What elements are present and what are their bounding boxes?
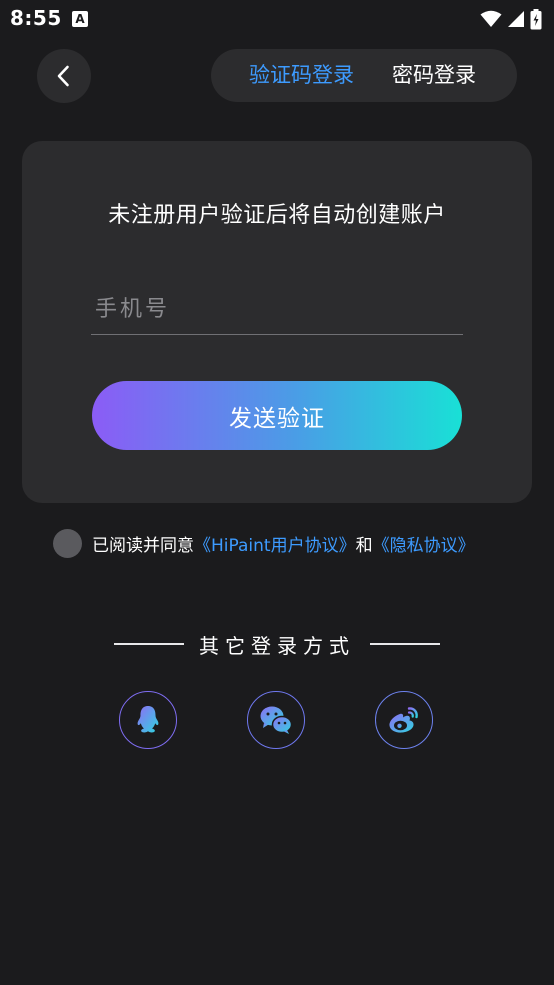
agreement-row: 已阅读并同意 《HiPaint用户协议》 和 《隐私协议》 [53,528,475,558]
agreement-checkbox[interactable] [53,528,82,558]
phone-number-input[interactable] [91,285,463,335]
send-verification-button[interactable]: 发送验证 [92,381,462,450]
wifi-icon [480,10,502,27]
tab-password-login[interactable]: 密码登录 [392,49,476,102]
agreement-conjunction: 和 [355,535,373,556]
qq-icon [137,706,159,733]
divider-right [370,643,440,645]
tab-sms-login[interactable]: 验证码登录 [249,49,354,102]
status-indicators [480,8,542,30]
notification-a-icon: A [72,11,88,27]
login-card: 未注册用户验证后将自动创建账户 发送验证 [22,141,532,503]
wechat-login-button[interactable] [247,691,305,749]
register-hint: 未注册用户验证后将自动创建账户 [108,203,446,228]
qq-login-button[interactable] [119,691,177,749]
other-login-title: 其它登录方式 [199,634,355,658]
back-button[interactable] [37,49,91,103]
user-agreement-link[interactable]: 《HiPaint用户协议》 [194,531,356,556]
signal-icon [508,11,524,27]
weibo-login-button[interactable] [375,691,433,749]
battery-icon [530,8,542,29]
status-time: 8:55 [10,6,62,30]
agreement-prefix: 已阅读并同意 [92,535,194,556]
chevron-left-icon [57,65,69,87]
other-login-header: 其它登录方式 [0,630,554,658]
wechat-icon [260,706,293,734]
status-bar: 8:55 A [0,0,554,38]
login-screen: 8:55 A 验证码登录 密码登录 未注册用户验证后将自动创建账户 手机号 发送… [0,0,554,985]
privacy-policy-link[interactable]: 《隐私协议》 [373,531,475,556]
login-method-tabs: 验证码登录 密码登录 [211,49,517,102]
weibo-icon [389,707,418,733]
